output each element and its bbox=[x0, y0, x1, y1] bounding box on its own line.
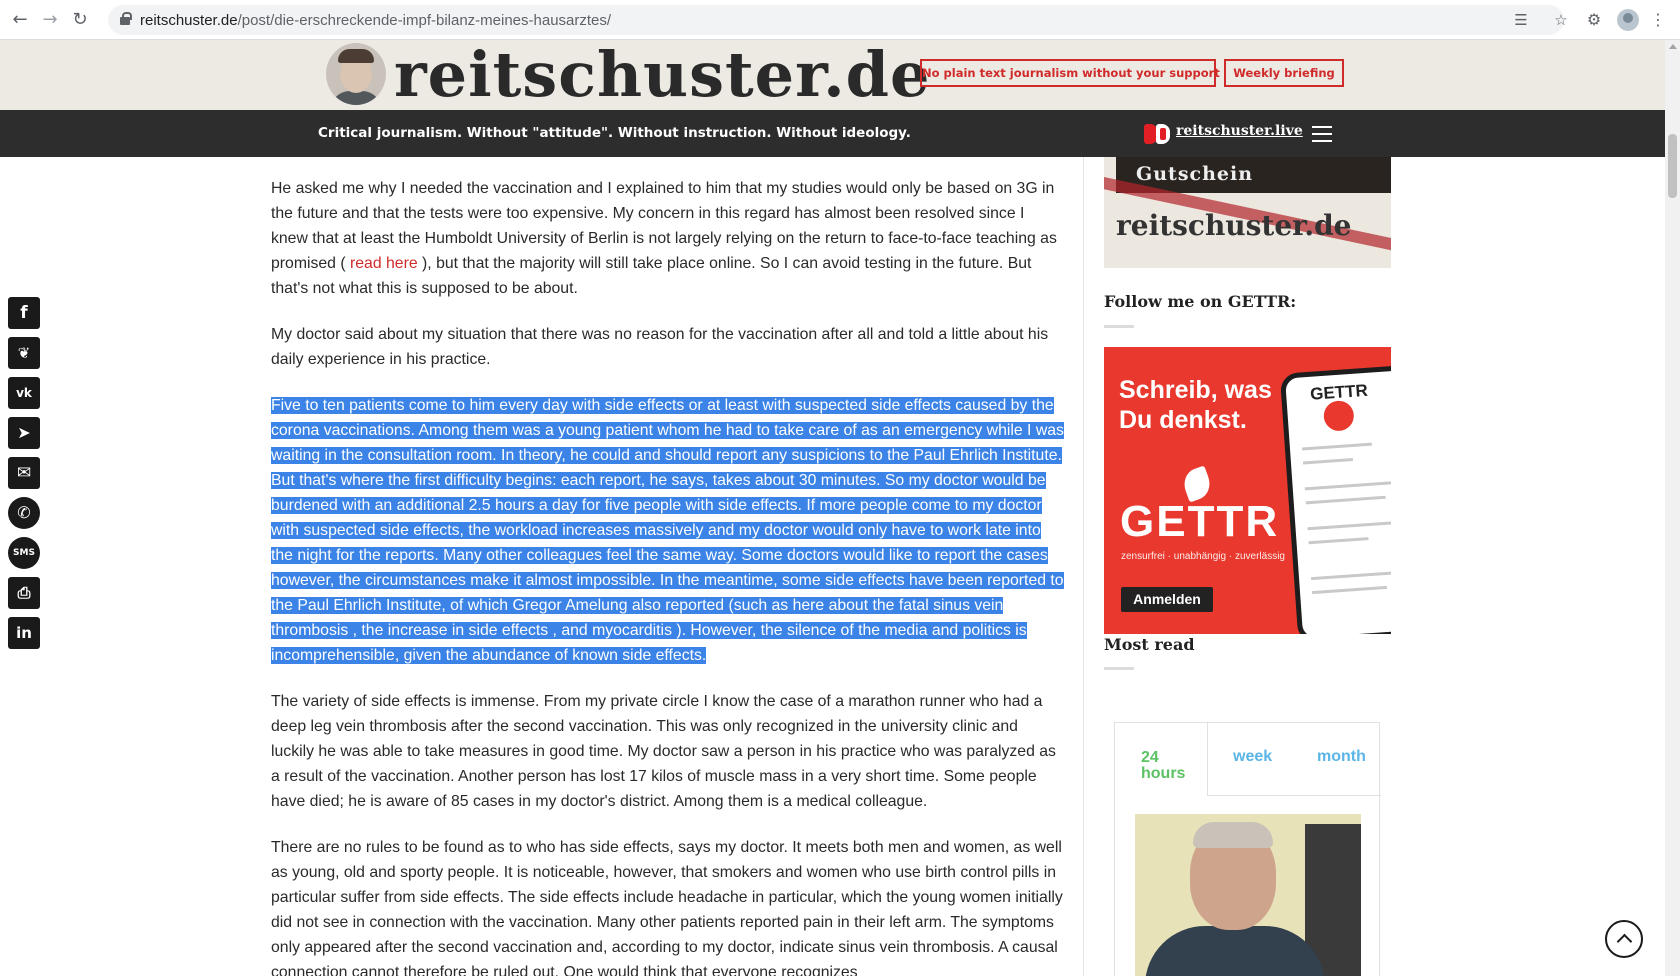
page-scrollbar[interactable] bbox=[1665, 40, 1680, 976]
tab-month[interactable]: month bbox=[1317, 722, 1366, 796]
gettr-subline: zensurfrei · unabhängig · zuverlässig bbox=[1121, 551, 1285, 562]
read-here-link[interactable]: read here bbox=[350, 255, 418, 272]
column-divider bbox=[1083, 157, 1084, 976]
linkedin-icon[interactable]: in bbox=[8, 617, 40, 649]
tagline-bar: Critical journalism. Without "attitude".… bbox=[0, 110, 1665, 157]
voucher-label: Gutschein bbox=[1136, 163, 1254, 185]
reitschuster-live-link[interactable]: reitschuster.live bbox=[1176, 123, 1303, 139]
email-icon[interactable]: ✉ bbox=[8, 457, 40, 489]
voucher-banner[interactable]: Gutschein reitschuster.de bbox=[1104, 157, 1391, 268]
phone-mockup: GETTR bbox=[1279, 364, 1391, 634]
url-text[interactable]: reitschuster.de/post/die-erschreckende-i… bbox=[140, 12, 611, 29]
article-body: He asked me why I needed the vaccination… bbox=[271, 176, 1064, 976]
gettr-ad-banner[interactable]: Schreib, was Du denkst. GETTR zensurfrei … bbox=[1104, 347, 1391, 634]
weekly-briefing-button[interactable]: Weekly briefing bbox=[1224, 59, 1344, 87]
site-header: reitschuster.de No plain text journalism… bbox=[0, 40, 1665, 111]
whatsapp-icon[interactable]: ✆ bbox=[8, 497, 40, 529]
telegram-icon[interactable]: ➤ bbox=[8, 417, 40, 449]
scroll-to-top-button[interactable] bbox=[1605, 920, 1643, 958]
gettr-signup-button[interactable]: Anmelden bbox=[1121, 587, 1213, 612]
extensions-icon[interactable]: ⚙ bbox=[1582, 8, 1606, 32]
heading-underline bbox=[1104, 667, 1134, 670]
bookmark-star-icon[interactable]: ☆ bbox=[1551, 10, 1571, 30]
heading-underline bbox=[1104, 325, 1134, 328]
author-avatar[interactable] bbox=[326, 43, 386, 105]
browser-toolbar: ← → ↻ reitschuster.de/post/die-erschreck… bbox=[0, 0, 1680, 40]
menu-dots-icon[interactable]: ⋮ bbox=[1646, 8, 1670, 32]
lock-icon bbox=[120, 12, 132, 25]
article-thumbnail[interactable] bbox=[1135, 814, 1361, 976]
gettr-slogan: Schreib, was Du denkst. bbox=[1119, 376, 1272, 434]
facebook-icon[interactable]: f bbox=[8, 297, 40, 329]
vk-icon[interactable]: vk bbox=[8, 377, 40, 409]
profile-avatar[interactable] bbox=[1617, 9, 1639, 31]
forward-icon[interactable]: → bbox=[38, 8, 62, 32]
most-read-heading: Most read bbox=[1104, 635, 1195, 654]
voucher-brand: reitschuster.de bbox=[1116, 209, 1352, 242]
most-read-widget: 24 hours week month bbox=[1114, 722, 1381, 976]
scroll-up-icon[interactable] bbox=[1669, 44, 1677, 49]
web-page: reitschuster.de No plain text journalism… bbox=[0, 40, 1665, 976]
back-icon[interactable]: ← bbox=[8, 8, 32, 32]
twitter-icon[interactable]: ❦ bbox=[8, 337, 40, 369]
reitschuster-live-logo-icon[interactable] bbox=[1144, 122, 1172, 146]
follow-gettr-heading: Follow me on GETTR: bbox=[1104, 292, 1297, 311]
tab-24-hours[interactable]: 24 hours bbox=[1114, 722, 1208, 796]
article-paragraph: There are no rules to be found as to who… bbox=[271, 839, 1063, 976]
site-logo[interactable]: reitschuster.de bbox=[394, 40, 930, 111]
address-bar[interactable]: reitschuster.de/post/die-erschreckende-i… bbox=[108, 5, 1568, 35]
hamburger-menu-icon[interactable] bbox=[1312, 126, 1332, 142]
reload-icon[interactable]: ↻ bbox=[68, 8, 92, 32]
article-paragraph: He asked me why I needed the vaccination… bbox=[271, 180, 1057, 297]
print-icon[interactable]: ⎙ bbox=[8, 577, 40, 609]
sms-icon[interactable]: SMS bbox=[8, 537, 40, 569]
site-tagline: Critical journalism. Without "attitude".… bbox=[318, 125, 911, 141]
article-paragraph: My doctor said about my situation that t… bbox=[271, 326, 1049, 368]
scroll-thumb[interactable] bbox=[1668, 134, 1677, 198]
article-paragraph-selected: Five to ten patients come to him every d… bbox=[271, 397, 1064, 664]
support-button[interactable]: No plain text journalism without your su… bbox=[920, 59, 1220, 87]
gettr-name: GETTR bbox=[1120, 497, 1280, 546]
tab-week[interactable]: week bbox=[1233, 722, 1272, 796]
translate-icon[interactable]: ☰ bbox=[1511, 10, 1531, 30]
article-paragraph: The variety of side effects is immense. … bbox=[271, 693, 1056, 810]
